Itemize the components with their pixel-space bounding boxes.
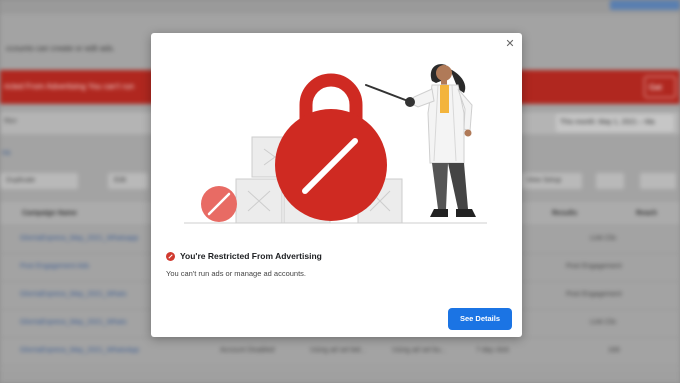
dialog-description: You can't run ads or manage ad accounts. xyxy=(166,269,306,278)
view-setup-button[interactable]: View Setup xyxy=(520,173,582,189)
account-notice: ccounts can create or edit ads. xyxy=(6,44,115,53)
breakdown-button[interactable] xyxy=(640,173,676,189)
tab-campaigns[interactable]: ns xyxy=(0,148,10,157)
campaign-name-link[interactable]: GlorriaExpress_May_2021_WhatsApp xyxy=(20,347,139,354)
campaign-name-link[interactable]: Post Engagement Ads xyxy=(20,263,89,270)
results-cell: 169 xyxy=(608,347,620,354)
columns-button[interactable] xyxy=(596,173,624,189)
campaign-name-link[interactable]: GlorriaExpress_May_2021_Whats xyxy=(20,319,127,326)
bid-strategy-cell: Using ad set bid... xyxy=(310,347,367,354)
results-cell: Link Clic xyxy=(590,319,617,326)
edit-button[interactable]: Edit xyxy=(108,173,148,189)
banner-button[interactable]: Get xyxy=(644,76,676,98)
presenter-illustration xyxy=(405,64,476,217)
restriction-illustration xyxy=(184,64,487,224)
duplicate-button[interactable]: Duplicate xyxy=(0,173,78,189)
small-restricted-badge xyxy=(201,186,237,222)
table-row[interactable]: GlorriaExpress_May_2021_WhatsApp Account… xyxy=(0,338,680,366)
results-cell: Post Engagement xyxy=(566,263,622,270)
top-bar xyxy=(0,0,680,14)
attribution-cell: 7-day click xyxy=(476,347,510,354)
dialog-title: You're Restricted From Advertising xyxy=(180,251,322,261)
campaign-name-link[interactable]: GlorriaExpress_May_2021_Whats xyxy=(20,291,127,298)
close-icon[interactable]: ✕ xyxy=(503,37,517,51)
table-footer xyxy=(0,370,680,383)
see-details-button[interactable]: See Details xyxy=(448,308,512,330)
results-cell: Post Engagement xyxy=(566,291,622,298)
date-range-picker[interactable]: This month: May 1, 2021 – Ma xyxy=(556,114,674,132)
banner-text: ricted From Advertising You can't run xyxy=(4,82,135,91)
header-reach[interactable]: Reach xyxy=(636,210,657,217)
delivery-cell: Account Disabled xyxy=(220,347,275,354)
create-button[interactable] xyxy=(610,0,680,10)
lock-icon xyxy=(275,73,387,221)
header-results[interactable]: Results xyxy=(552,210,577,217)
pointer-stick xyxy=(365,84,409,102)
campaign-name-link[interactable]: GlorriaExpress_May_2021_Whatsapp xyxy=(20,235,138,242)
restriction-dialog: ✕ You're Restricted From Advertising You… xyxy=(151,33,522,337)
budget-cell: Using ad set bu... xyxy=(392,347,447,354)
dialog-title-row: You're Restricted From Advertising xyxy=(166,251,322,261)
results-cell: Link Clic xyxy=(590,235,617,242)
header-campaign-name[interactable]: Campaign Name xyxy=(22,210,77,217)
filter-search[interactable]: filter xyxy=(4,118,17,125)
restricted-icon xyxy=(166,251,175,261)
